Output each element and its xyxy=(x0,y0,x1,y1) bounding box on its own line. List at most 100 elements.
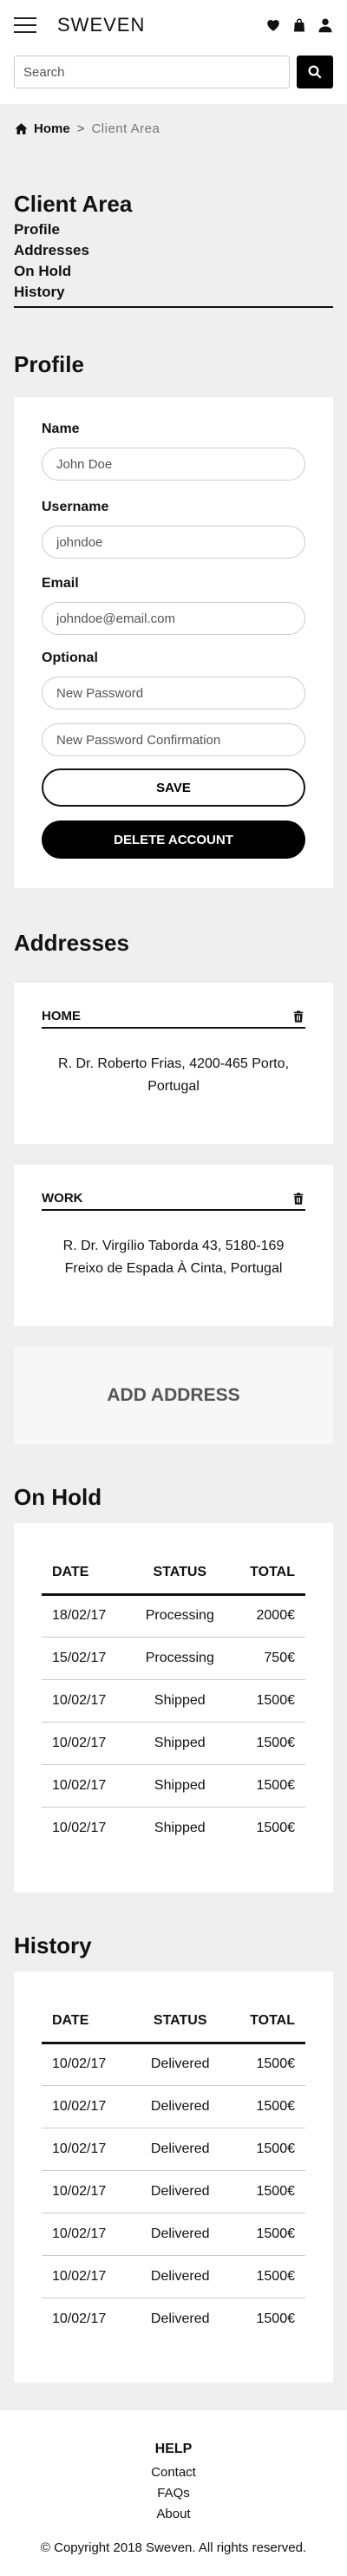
order-total: 1500€ xyxy=(223,2255,305,2298)
client-nav-addresses[interactable]: Addresses xyxy=(14,240,333,261)
table-row[interactable]: 10/02/17 Delivered 1500€ xyxy=(42,2255,305,2298)
breadcrumb-separator: > xyxy=(76,121,85,136)
order-total: 2000€ xyxy=(227,1594,305,1638)
trash-icon[interactable] xyxy=(291,1192,305,1206)
table-row[interactable]: 10/02/17 Delivered 1500€ xyxy=(42,2213,305,2256)
top-bar: SWEVEN xyxy=(0,0,347,50)
column-header-date: DATE xyxy=(42,1553,132,1596)
order-status: Processing xyxy=(131,1637,228,1680)
order-total: 1500€ xyxy=(256,1820,296,1835)
column-header-total: TOTAL xyxy=(223,2001,305,2044)
order-date: 10/02/17 xyxy=(42,2170,137,2213)
name-field[interactable] xyxy=(42,448,305,481)
breadcrumb-current: Client Area xyxy=(91,121,160,136)
order-total: 750€ xyxy=(227,1637,305,1680)
address-header: WORK xyxy=(42,1191,305,1211)
brand-logo[interactable]: SWEVEN xyxy=(57,14,265,36)
order-status: Delivered xyxy=(136,2043,224,2086)
bag-icon[interactable] xyxy=(291,17,307,33)
client-nav-profile[interactable]: Profile xyxy=(14,219,333,240)
table-row[interactable]: 10/02/17 Shipped 1500€ xyxy=(42,1722,305,1765)
column-header-status: STATUS xyxy=(131,1553,228,1596)
address-text: R. Dr. Roberto Frias, 4200-465 Porto, Po… xyxy=(58,1056,289,1094)
user-icon[interactable] xyxy=(318,17,333,33)
address-label: HOME xyxy=(42,1009,81,1023)
client-nav-on-hold[interactable]: On Hold xyxy=(14,261,333,282)
footer-link-contact[interactable]: Contact xyxy=(0,2462,347,2483)
email-field[interactable] xyxy=(42,602,305,635)
addresses-title: Addresses xyxy=(14,930,129,956)
username-field[interactable] xyxy=(42,526,305,559)
client-nav: Profile Addresses On Hold History xyxy=(14,219,333,308)
order-status: Shipped xyxy=(154,1820,206,1835)
order-status: Delivered xyxy=(136,2128,224,2171)
order-status: Shipped xyxy=(131,1722,228,1765)
new-password-field[interactable] xyxy=(42,677,305,709)
search-bar xyxy=(0,50,347,104)
footer: HELP Contact FAQs About © Copyright 2018… xyxy=(0,2410,347,2576)
order-date: 10/02/17 xyxy=(42,1679,132,1723)
order-date: 18/02/17 xyxy=(42,1594,132,1638)
address-header: HOME xyxy=(42,1009,305,1029)
add-address-button[interactable]: ADD ADDRESS xyxy=(14,1347,333,1444)
address-text: R. Dr. Virgílio Taborda 43, 5180-169 Fre… xyxy=(62,1239,285,1276)
table-row[interactable]: 10/02/17 Delivered 1500€ xyxy=(42,2298,305,2340)
heart-icon[interactable] xyxy=(265,17,281,33)
client-area-menu: Client Area Profile Addresses On Hold Hi… xyxy=(0,153,347,308)
page-title: Client Area xyxy=(14,191,133,217)
order-total: 1500€ xyxy=(223,2043,305,2086)
history-table: DATE STATUS TOTAL 10/02/17 Delivered 1500€… xyxy=(42,2001,305,2340)
breadcrumb-home-label: Home xyxy=(34,121,70,136)
order-status: Delivered xyxy=(136,2170,224,2213)
confirm-password-field[interactable] xyxy=(42,723,305,756)
table-row[interactable]: 10/02/17 Delivered 1500€ xyxy=(42,2043,305,2086)
order-date: 10/02/17 xyxy=(42,2255,137,2298)
address-card-work: WORK R. Dr. Virgílio Taborda 43, 5180-16… xyxy=(14,1165,333,1326)
optional-label: Optional xyxy=(42,651,98,665)
order-status: Delivered xyxy=(136,2255,224,2298)
order-status: Processing xyxy=(131,1594,228,1638)
table-row[interactable]: 18/02/17 Processing 2000€ xyxy=(42,1594,305,1638)
footer-link-faqs[interactable]: FAQs xyxy=(0,2483,347,2504)
order-date: 10/02/17 xyxy=(42,2213,137,2256)
order-total: 1500€ xyxy=(223,2170,305,2213)
save-button[interactable]: SAVE xyxy=(42,768,305,807)
order-total: 1500€ xyxy=(227,1764,305,1808)
order-status: Delivered xyxy=(150,2311,210,2326)
table-row[interactable]: 10/02/17 Shipped 1500€ xyxy=(42,1807,305,1849)
menu-icon[interactable] xyxy=(14,17,36,33)
on-hold-title: On Hold xyxy=(14,1484,102,1510)
delete-account-button[interactable]: DELETE ACCOUNT xyxy=(42,821,305,859)
breadcrumb-home[interactable]: Home xyxy=(14,121,70,136)
on-hold-card: DATE STATUS TOTAL 18/02/17 Processing 2000… xyxy=(14,1523,333,1893)
table-row[interactable]: 15/02/17 Processing 750€ xyxy=(42,1637,305,1680)
order-status: Delivered xyxy=(136,2085,224,2128)
search-input[interactable] xyxy=(14,56,290,88)
header-icons xyxy=(265,17,333,33)
copyright-text: © Copyright 2018 Sweven. All rights rese… xyxy=(40,2540,307,2555)
order-total: 1500€ xyxy=(227,1679,305,1723)
footer-link-about[interactable]: About xyxy=(0,2504,347,2525)
trash-icon[interactable] xyxy=(291,1010,305,1023)
order-date: 10/02/17 xyxy=(42,2128,137,2171)
search-button[interactable] xyxy=(297,56,333,88)
search-icon xyxy=(308,65,322,79)
table-header-row: DATE STATUS TOTAL xyxy=(42,2001,305,2044)
column-header-date: DATE xyxy=(42,2001,137,2044)
table-header-row: DATE STATUS TOTAL xyxy=(42,1553,305,1596)
client-nav-history[interactable]: History xyxy=(14,282,333,303)
table-row[interactable]: 10/02/17 Delivered 1500€ xyxy=(42,2085,305,2128)
table-row[interactable]: 10/02/17 Delivered 1500€ xyxy=(42,2128,305,2171)
order-total: 1500€ xyxy=(223,2213,305,2256)
table-row[interactable]: 10/02/17 Shipped 1500€ xyxy=(42,1679,305,1723)
order-date: 10/02/17 xyxy=(42,2043,137,2086)
table-row[interactable]: 10/02/17 Shipped 1500€ xyxy=(42,1764,305,1808)
column-header-status: STATUS xyxy=(136,2001,224,2044)
table-row[interactable]: 10/02/17 Delivered 1500€ xyxy=(42,2170,305,2213)
footer-help-title: HELP xyxy=(154,2442,193,2456)
order-date: 10/02/17 xyxy=(52,2311,107,2326)
column-header-total: TOTAL xyxy=(227,1553,305,1596)
on-hold-table: DATE STATUS TOTAL 18/02/17 Processing 2000… xyxy=(42,1553,305,1849)
order-date: 10/02/17 xyxy=(42,1764,132,1808)
order-date: 10/02/17 xyxy=(42,1722,132,1765)
